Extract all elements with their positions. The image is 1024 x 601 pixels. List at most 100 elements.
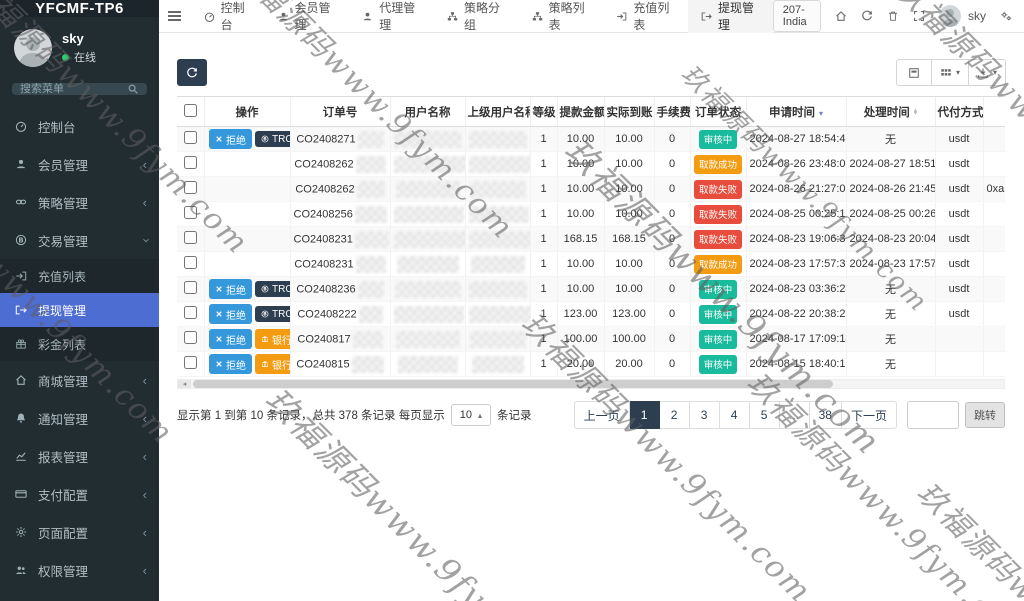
reject-button[interactable]: 拒绝 (209, 354, 252, 374)
fullscreen-icon[interactable] (913, 10, 925, 22)
redacted-order-tail (353, 331, 383, 348)
withdraw-amount-cell: 10.00 (557, 177, 604, 202)
column-header-label: 手续费 (657, 107, 691, 119)
apply-time-cell: 2024-08-17 17:09:14 (746, 327, 846, 352)
column-header-提款金额: 提款金额 (557, 97, 604, 127)
export-dropdown-button[interactable]: ▾ (969, 59, 1006, 86)
sidebar-item-通知管理[interactable]: 通知管理‹ (0, 399, 159, 437)
per-page-dropdown[interactable]: 10▴ (451, 404, 491, 426)
sidebar-item-控制台[interactable]: 控制台 (0, 107, 159, 145)
reject-button[interactable]: 拒绝 (209, 279, 252, 299)
row-actions-cell: 拒绝银行 (204, 327, 290, 352)
redacted-parent-username (469, 231, 531, 248)
row-checkbox[interactable] (184, 356, 197, 369)
parent-username-cell (465, 152, 530, 177)
sidebar-item-策略管理[interactable]: 策略管理‹ (0, 183, 159, 221)
actual-amount-cell: 10.00 (604, 277, 654, 302)
level-cell: 1 (530, 327, 557, 352)
brand-logo[interactable]: YFCMF-TP6 (0, 0, 159, 17)
refresh-table-button[interactable] (177, 59, 207, 86)
navbar-tab-策略分组[interactable]: 策略分组 (434, 0, 519, 33)
trc-button[interactable]: BTRC-20 (255, 131, 290, 147)
page-button-2[interactable]: 2 (660, 401, 690, 429)
navbar-tab-代理管理[interactable]: 代理管理 (349, 0, 434, 33)
bank-button[interactable]: 银行 (255, 354, 290, 374)
table-toolbar: ▾ ▾ (177, 59, 1006, 86)
refresh-icon[interactable] (861, 10, 873, 22)
column-header-代付方式: 代付方式 (935, 97, 983, 127)
sidebar-item-充值列表[interactable]: 充值列表 (0, 259, 159, 293)
chevron-left-icon: ‹ (143, 374, 147, 387)
sidebar-item-商城管理[interactable]: 商城管理‹ (0, 361, 159, 399)
navbar-tab-控制台[interactable]: 控制台 (191, 0, 265, 33)
page-button-5[interactable]: 5 (750, 401, 780, 429)
sidebar-item-系统管理[interactable]: 系统管理‹ (0, 589, 159, 601)
jump-page-input[interactable] (907, 401, 959, 429)
level-cell: 1 (530, 252, 557, 277)
redacted-parent-username (471, 256, 525, 273)
table-row: CO2408262110.0010.000取款失败2024-08-26 21:2… (177, 177, 1005, 202)
reject-button[interactable]: 拒绝 (209, 329, 252, 349)
columns-dropdown-button[interactable]: ▾ (932, 59, 969, 86)
page-button-3[interactable]: 3 (690, 401, 720, 429)
row-checkbox[interactable] (184, 306, 197, 319)
username-cell (390, 302, 465, 327)
hamburger-menu-icon[interactable] (159, 0, 191, 33)
signin-icon (15, 270, 29, 282)
bank-button[interactable]: 银行 (255, 329, 290, 349)
row-checkbox[interactable] (184, 281, 197, 294)
navbar-tab-充值列表[interactable]: 充值列表 (603, 0, 688, 33)
page-button-1[interactable]: 1 (630, 401, 660, 429)
sidebar-item-报表管理[interactable]: 报表管理‹ (0, 437, 159, 475)
pay-method-cell: usdt (935, 252, 983, 277)
row-checkbox[interactable] (184, 256, 197, 269)
scroll-left-arrow[interactable]: ◂ (178, 380, 191, 388)
reject-button[interactable]: 拒绝 (209, 129, 252, 149)
reject-button[interactable]: 拒绝 (209, 304, 252, 324)
address-cell (983, 302, 1005, 327)
row-checkbox[interactable] (184, 331, 197, 344)
sidebar-item-页面配置[interactable]: 页面配置‹ (0, 513, 159, 551)
row-checkbox[interactable] (184, 231, 197, 244)
row-checkbox[interactable] (184, 131, 197, 144)
navbar-tab-策略列表[interactable]: 策略列表 (519, 0, 604, 33)
sidebar-item-支付配置[interactable]: 支付配置‹ (0, 475, 159, 513)
settings-cogs-icon[interactable] (1000, 10, 1012, 22)
jump-button[interactable]: 跳转 (965, 402, 1005, 428)
row-checkbox[interactable] (184, 206, 197, 219)
sidebar-search-input[interactable] (20, 83, 127, 95)
top-navbar: 控制台会员管理代理管理策略分组策略列表充值列表提现管理 207-India sk… (159, 0, 1024, 33)
page-button-38[interactable]: 38 (810, 401, 842, 429)
next-page-button[interactable]: 下一页 (842, 401, 897, 429)
column-header-label: 订单状态 (695, 107, 741, 119)
row-checkbox[interactable] (184, 156, 197, 169)
sidebar-item-彩金列表[interactable]: 彩金列表 (0, 327, 159, 361)
home-icon[interactable] (835, 10, 847, 22)
page-ellipsis: ... (780, 401, 810, 429)
user-menu[interactable]: sky (939, 5, 986, 27)
trash-icon[interactable] (887, 10, 899, 22)
navbar-tab-label: 代理管理 (379, 0, 421, 33)
pay-method-cell: usdt (935, 127, 983, 152)
level-cell: 1 (530, 177, 557, 202)
page-button-4[interactable]: 4 (720, 401, 750, 429)
select-all-checkbox[interactable] (184, 104, 197, 117)
scrollbar-thumb[interactable] (193, 380, 833, 388)
region-badge[interactable]: 207-India (773, 0, 821, 32)
column-header-处理时间[interactable]: 处理时间▴▾ (846, 97, 935, 127)
app-root: YFCMF-TP6 sky 在线 控制台会员管理‹策略管理‹B交易管理‹充值列表… (0, 0, 1024, 601)
navbar-tabs: 控制台会员管理代理管理策略分组策略列表充值列表提现管理 (191, 0, 773, 33)
trc-button[interactable]: BTRC-20 (255, 306, 290, 322)
column-header-申请时间[interactable]: 申请时间▾ (746, 97, 846, 127)
card-view-toggle-button[interactable] (896, 59, 932, 86)
sidebar-item-提现管理[interactable]: 提现管理 (0, 293, 159, 327)
trc-button[interactable]: BTRC-20 (255, 281, 290, 297)
sidebar-item-会员管理[interactable]: 会员管理‹ (0, 145, 159, 183)
prev-page-button[interactable]: 上一页 (574, 401, 630, 429)
actual-amount-cell: 100.00 (604, 327, 654, 352)
navbar-tab-会员管理[interactable]: 会员管理 (265, 0, 350, 33)
row-checkbox[interactable] (184, 181, 197, 194)
sidebar-item-交易管理[interactable]: B交易管理‹ (0, 221, 159, 259)
navbar-tab-提现管理[interactable]: 提现管理 (688, 0, 773, 33)
sidebar-item-权限管理[interactable]: 权限管理‹ (0, 551, 159, 589)
